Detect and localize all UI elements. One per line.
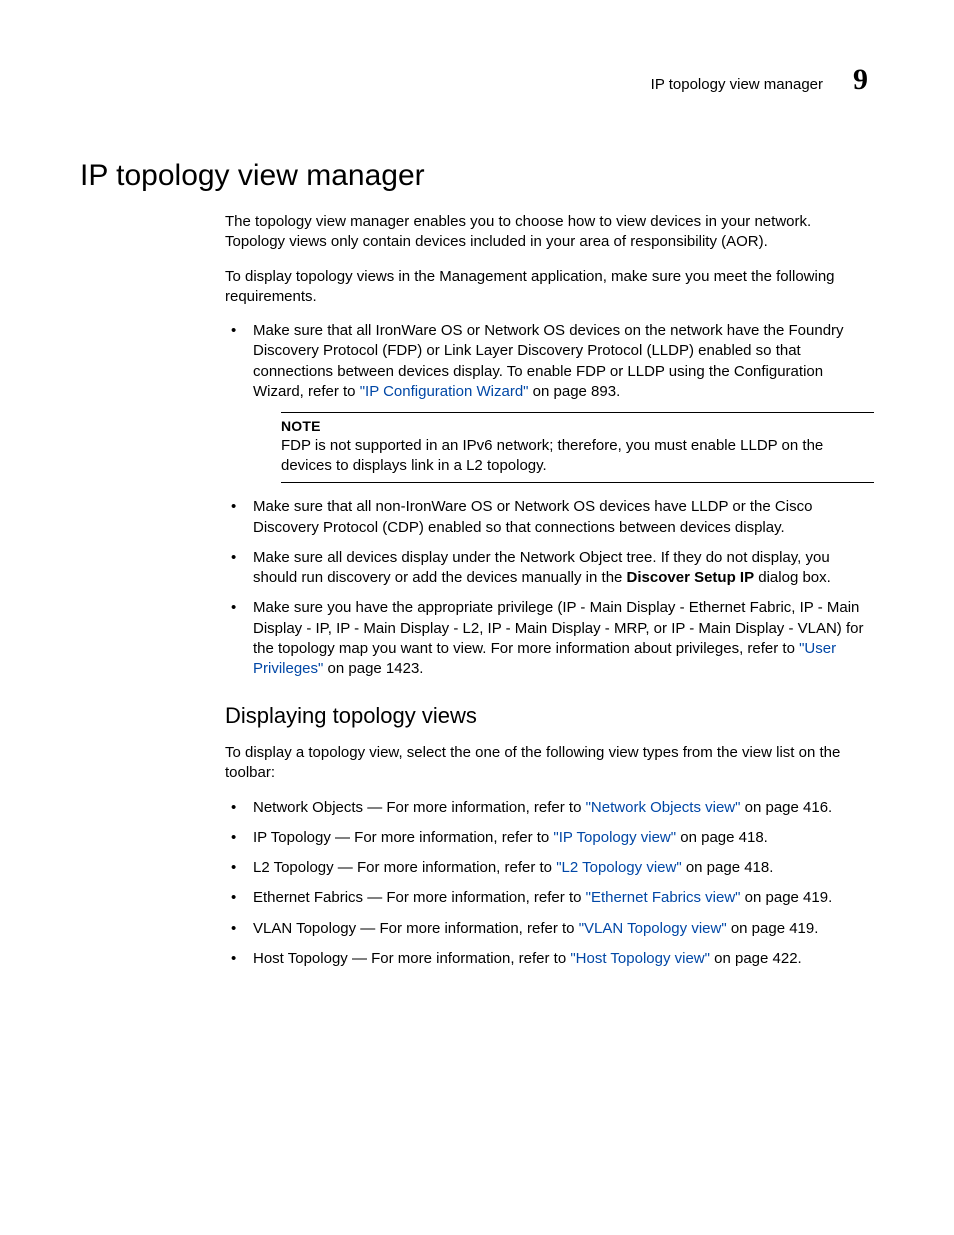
link-ethernet-fabrics-view[interactable]: "Ethernet Fabrics view" bbox=[586, 889, 741, 906]
view-text: Ethernet Fabrics — For more information,… bbox=[253, 889, 586, 906]
view-text: IP Topology — For more information, refe… bbox=[253, 829, 553, 846]
link-network-objects-view[interactable]: "Network Objects view" bbox=[586, 799, 741, 816]
view-text: L2 Topology — For more information, refe… bbox=[253, 859, 556, 876]
intro-paragraph-1: The topology view manager enables you to… bbox=[225, 212, 874, 253]
view-type-item: L2 Topology — For more information, refe… bbox=[225, 858, 874, 878]
view-text-post: on page 419. bbox=[727, 920, 819, 937]
view-type-item: IP Topology — For more information, refe… bbox=[225, 828, 874, 848]
note-block: NOTE FDP is not supported in an IPv6 net… bbox=[281, 412, 874, 483]
link-vlan-topology-view[interactable]: "VLAN Topology view" bbox=[579, 920, 727, 937]
bold-discover-setup-ip: Discover Setup IP bbox=[627, 569, 755, 586]
view-text-post: on page 416. bbox=[740, 799, 832, 816]
view-text-post: on page 418. bbox=[682, 859, 774, 876]
intro-paragraph-2: To display topology views in the Managem… bbox=[225, 267, 874, 308]
page-title: IP topology view manager bbox=[80, 156, 874, 197]
view-text: Network Objects — For more information, … bbox=[253, 799, 586, 816]
view-types-list: Network Objects — For more information, … bbox=[225, 798, 874, 970]
view-text-post: on page 418. bbox=[676, 829, 768, 846]
requirements-list: Make sure that all IronWare OS or Networ… bbox=[225, 321, 874, 679]
note-text: FDP is not supported in an IPv6 network;… bbox=[281, 436, 874, 477]
running-header: IP topology view manager 9 bbox=[80, 60, 874, 101]
view-type-item: VLAN Topology — For more information, re… bbox=[225, 919, 874, 939]
requirement-text: Make sure that all non-IronWare OS or Ne… bbox=[253, 498, 812, 535]
running-header-text: IP topology view manager bbox=[651, 75, 823, 95]
view-text-post: on page 419. bbox=[741, 889, 833, 906]
link-host-topology-view[interactable]: "Host Topology view" bbox=[570, 950, 710, 967]
link-ip-config-wizard[interactable]: "IP Configuration Wizard" bbox=[360, 383, 529, 400]
section-heading-displaying-views: Displaying topology views bbox=[225, 701, 874, 731]
requirement-item: Make sure all devices display under the … bbox=[225, 548, 874, 589]
view-text: Host Topology — For more information, re… bbox=[253, 950, 570, 967]
requirement-text-post: on page 893. bbox=[528, 383, 620, 400]
displaying-intro: To display a topology view, select the o… bbox=[225, 743, 874, 784]
chapter-number: 9 bbox=[853, 60, 868, 101]
view-type-item: Ethernet Fabrics — For more information,… bbox=[225, 888, 874, 908]
view-type-item: Host Topology — For more information, re… bbox=[225, 949, 874, 969]
link-ip-topology-view[interactable]: "IP Topology view" bbox=[553, 829, 676, 846]
view-text-post: on page 422. bbox=[710, 950, 802, 967]
requirement-item: Make sure you have the appropriate privi… bbox=[225, 598, 874, 679]
requirement-item: Make sure that all IronWare OS or Networ… bbox=[225, 321, 874, 483]
link-l2-topology-view[interactable]: "L2 Topology view" bbox=[556, 859, 681, 876]
view-text: VLAN Topology — For more information, re… bbox=[253, 920, 579, 937]
requirement-text-post: on page 1423. bbox=[323, 660, 423, 677]
view-type-item: Network Objects — For more information, … bbox=[225, 798, 874, 818]
requirement-text-post: dialog box. bbox=[754, 569, 831, 586]
requirement-item: Make sure that all non-IronWare OS or Ne… bbox=[225, 497, 874, 538]
note-label: NOTE bbox=[281, 417, 874, 436]
requirement-text: Make sure you have the appropriate privi… bbox=[253, 599, 863, 657]
